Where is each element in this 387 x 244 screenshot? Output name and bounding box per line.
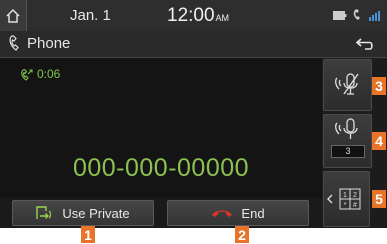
callout-5: 5 — [372, 190, 386, 208]
mic-volume-icon — [334, 118, 358, 139]
phone-signal-icon — [353, 9, 360, 20]
private-icon — [36, 206, 52, 219]
chevron-left-icon — [327, 194, 333, 204]
end-call-icon — [212, 210, 233, 217]
mic-volume-button[interactable]: 3 — [323, 114, 372, 168]
status-bar: Jan. 1 12:00AM — [0, 0, 387, 32]
end-call-button[interactable]: End — [167, 200, 309, 226]
date-text: Jan. 1 — [70, 7, 111, 24]
time-value: 12:00 — [167, 5, 215, 26]
use-private-button[interactable]: Use Private — [12, 200, 154, 226]
keypad-button[interactable]: 1 2 * # — [323, 171, 370, 227]
mic-volume-level: 3 — [331, 145, 365, 158]
battery-icon — [333, 10, 347, 20]
keypad-icon: 1 2 * # — [339, 188, 361, 210]
phone-number: 000-000-00000 — [72, 154, 250, 182]
mic-off-icon — [334, 73, 359, 95]
back-icon — [355, 38, 373, 50]
status-icons — [333, 9, 381, 21]
clock-text: 12:00AM — [167, 5, 229, 27]
callout-4: 4 — [372, 132, 386, 150]
callout-2: 2 — [235, 226, 249, 243]
mic-mute-button[interactable] — [323, 59, 372, 111]
svg-text:1: 1 — [343, 192, 347, 199]
svg-text:#: # — [353, 202, 357, 209]
call-duration: 0:06 — [37, 67, 61, 81]
svg-text:2: 2 — [353, 192, 357, 199]
use-private-label: Use Private — [62, 205, 130, 221]
svg-text:*: * — [344, 202, 347, 209]
callout-3: 3 — [372, 77, 386, 95]
back-button[interactable] — [351, 33, 379, 55]
phone-call-screen: Jan. 1 12:00AM Phone 0:06 000-000-00000 … — [0, 0, 387, 243]
bottom-action-bar: Use Private End — [0, 198, 322, 228]
outgoing-call-icon — [21, 68, 33, 81]
bluetooth-signal-icon — [369, 10, 380, 21]
title-bar: Phone — [0, 31, 387, 58]
ampm-text: AM — [215, 13, 230, 23]
end-call-label: End — [241, 205, 265, 221]
call-info-panel: 0:06 000-000-00000 — [0, 58, 322, 198]
page-title: Phone — [27, 35, 71, 52]
side-control-panel: 3 3 4 1 2 * # 5 — [322, 58, 387, 228]
phone-icon — [9, 35, 19, 51]
callout-1: 1 — [81, 226, 95, 243]
home-icon — [6, 8, 20, 23]
home-button[interactable] — [0, 0, 27, 31]
